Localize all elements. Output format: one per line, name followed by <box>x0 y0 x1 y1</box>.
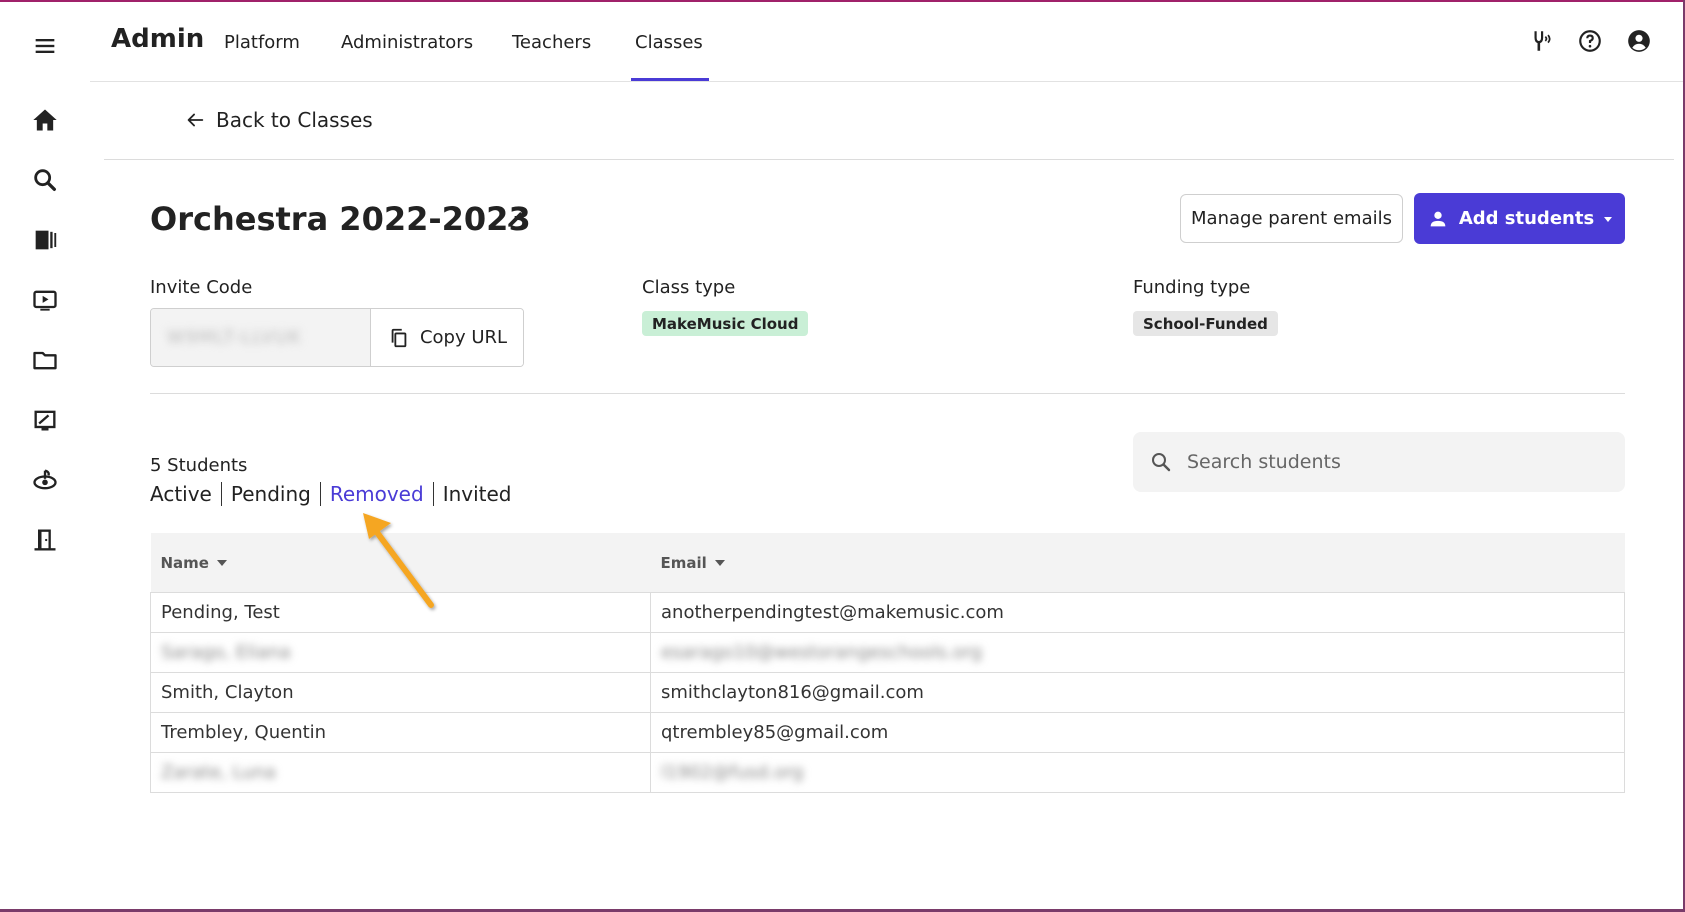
filter-separator <box>432 482 434 506</box>
class-type-label: Class type <box>642 277 736 298</box>
funding-type-badge: School-Funded <box>1133 311 1278 336</box>
caret-down-icon <box>1604 217 1613 222</box>
library-icon[interactable] <box>25 220 65 260</box>
student-email: esarago10@westorangeschools.org <box>650 632 1625 673</box>
copy-url-label: Copy URL <box>419 327 508 348</box>
class-type-badge: MakeMusic Cloud <box>642 311 809 336</box>
top-navigation: Admin Platform Administrators Teachers C… <box>90 0 1683 82</box>
manage-parent-emails-button[interactable]: Manage parent emails <box>1180 194 1403 243</box>
practice-icon[interactable] <box>25 460 65 500</box>
search-icon <box>1152 453 1171 472</box>
student-name: Zarate, Luna <box>150 752 651 793</box>
student-count: 5 Students <box>150 455 248 476</box>
section-divider <box>150 393 1625 394</box>
invite-code-label: Invite Code <box>150 277 253 298</box>
student-email: anotherpendingtest@makemusic.com <box>650 592 1625 633</box>
invite-code-box: W9MLT-LLVUK Copy URL <box>150 308 524 367</box>
filter-removed[interactable]: Removed <box>330 482 424 506</box>
help-icon[interactable] <box>1575 26 1605 56</box>
search-students-input[interactable] <box>1185 450 1609 474</box>
home-icon[interactable] <box>25 100 65 140</box>
exit-icon[interactable] <box>25 520 65 560</box>
back-label: Back to Classes <box>216 108 373 132</box>
sort-caret-icon <box>714 560 725 566</box>
student-name: Sarago, Eliana <box>150 632 651 673</box>
sort-caret-icon <box>216 560 227 566</box>
invite-code-value: W9MLT-LLVUK <box>151 309 371 366</box>
nav-active-indicator <box>631 78 709 81</box>
tuner-icon[interactable] <box>1526 26 1556 56</box>
student-name: Trembley, Quentin <box>150 712 651 753</box>
search-students-box <box>1133 432 1625 492</box>
nav-platform[interactable]: Platform <box>224 32 300 53</box>
filter-invited[interactable]: Invited <box>443 482 512 506</box>
annotation-arrow <box>363 513 434 608</box>
table-row[interactable]: Zarate, Luna l1902@fusd.org <box>150 752 1625 793</box>
add-students-button[interactable]: Add students <box>1414 193 1625 244</box>
nav-administrators[interactable]: Administrators <box>341 32 473 53</box>
copy-url-button[interactable]: Copy URL <box>372 309 523 366</box>
assignment-icon[interactable] <box>25 400 65 440</box>
nav-teachers[interactable]: Teachers <box>512 32 591 53</box>
student-email: qtrembley85@gmail.com <box>650 712 1625 753</box>
account-icon[interactable] <box>1624 26 1654 56</box>
filter-separator <box>319 482 321 506</box>
table-row[interactable]: Sarago, Eliana esarago10@westorangeschoo… <box>150 632 1625 673</box>
table-row[interactable]: Trembley, Quentin qtrembley85@gmail.com <box>150 712 1625 753</box>
filter-pending[interactable]: Pending <box>231 482 311 506</box>
brand-title: Admin <box>111 24 205 54</box>
student-email: smithclayton816@gmail.com <box>650 672 1625 713</box>
student-name: Smith, Clayton <box>150 672 651 713</box>
search-icon[interactable] <box>25 160 65 200</box>
add-students-label: Add students <box>1458 208 1595 229</box>
student-email: l1902@fusd.org <box>650 752 1625 793</box>
person-icon <box>1430 211 1446 226</box>
filter-separator <box>220 482 222 506</box>
folder-icon[interactable] <box>25 340 65 380</box>
student-filters: Active Pending Removed Invited <box>150 482 512 506</box>
nav-classes[interactable]: Classes <box>635 32 703 53</box>
table-row[interactable]: Smith, Clayton smithclayton816@gmail.com <box>150 672 1625 713</box>
arrow-left-icon <box>187 113 204 127</box>
funding-type-label: Funding type <box>1133 277 1251 298</box>
column-header-email[interactable]: Email <box>650 533 1625 593</box>
back-bar: Back to Classes <box>104 82 1674 160</box>
filter-active[interactable]: Active <box>150 482 212 506</box>
back-to-classes-link[interactable]: Back to Classes <box>184 108 373 132</box>
pencil-icon[interactable] <box>504 205 530 231</box>
copy-icon <box>391 328 407 347</box>
class-title: Orchestra 2022-2023 <box>150 200 531 238</box>
menu-icon[interactable] <box>25 26 65 66</box>
video-icon[interactable] <box>25 280 65 320</box>
left-rail <box>0 0 90 912</box>
